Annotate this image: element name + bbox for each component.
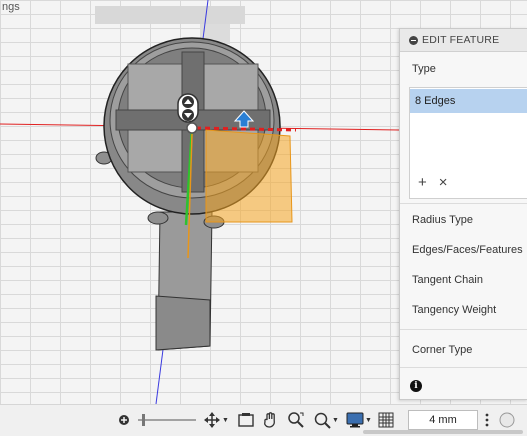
- radius-type-label: Radius Type: [412, 214, 473, 226]
- quadrant-bl: [127, 129, 183, 173]
- corner-type-label: Corner Type: [412, 344, 473, 356]
- divider: [400, 329, 527, 330]
- tangency-weight-label: Tangency Weight: [412, 304, 497, 316]
- ok-icon[interactable]: [498, 411, 516, 429]
- origin-point[interactable]: [186, 122, 198, 134]
- orbit-icon[interactable]: ▼: [203, 411, 229, 429]
- divider: [400, 367, 527, 368]
- selected-edges-highlight: [205, 129, 293, 223]
- selection-list[interactable]: 8 Edges + ×: [409, 87, 527, 199]
- horizontal-scrollbar[interactable]: [363, 430, 523, 434]
- zoom-window-icon[interactable]: ▼: [313, 411, 339, 429]
- flip-direction-icon[interactable]: [177, 93, 199, 123]
- pan-hand-icon[interactable]: [262, 411, 280, 429]
- selection-item[interactable]: 8 Edges: [410, 89, 527, 113]
- grid-icon[interactable]: [378, 411, 394, 429]
- edit-feature-panel: EDIT FEATURE Type 8 Edges + × Radius Typ…: [399, 28, 527, 400]
- add-icon[interactable]: +: [418, 175, 427, 190]
- collapse-icon[interactable]: [409, 35, 418, 45]
- more-icon[interactable]: [485, 411, 489, 429]
- timeline-slider[interactable]: [136, 411, 198, 429]
- zoom-icon[interactable]: [287, 411, 305, 429]
- tangent-chain-label: Tangent Chain: [412, 274, 483, 286]
- quadrant-tl: [127, 63, 183, 111]
- stem-face: [155, 295, 211, 351]
- look-at-icon[interactable]: [237, 411, 255, 429]
- panel-title: EDIT FEATURE: [422, 34, 500, 46]
- panel-header[interactable]: EDIT FEATURE: [400, 29, 527, 52]
- edges-faces-features-label: Edges/Faces/Features: [412, 244, 523, 256]
- add-icon[interactable]: [118, 411, 130, 429]
- remove-icon[interactable]: ×: [439, 175, 448, 190]
- display-settings-icon[interactable]: ▼: [346, 411, 372, 429]
- ghost-part: [95, 6, 245, 24]
- distance-field[interactable]: [408, 410, 478, 430]
- divider: [400, 203, 527, 204]
- type-label: Type: [412, 63, 436, 75]
- info-icon[interactable]: i: [410, 380, 422, 392]
- quadrant-tr: [203, 63, 259, 111]
- tab-bottom: [147, 211, 169, 225]
